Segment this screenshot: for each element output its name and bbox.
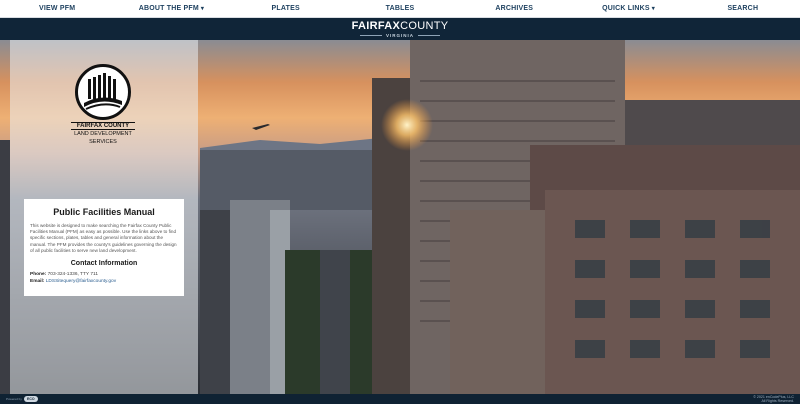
contact-phone-row: Phone: 703-324-1336, TTY 711 (30, 271, 178, 278)
encodeplus-logo-icon: ECO (23, 396, 38, 402)
contact-heading: Contact Information (70, 260, 138, 268)
info-card: Public Facilities Manual This website is… (24, 199, 184, 296)
nav-item-label: VIEW PFM (39, 5, 76, 12)
nav-item-plates[interactable]: PLATES (229, 5, 343, 12)
copyright: © 2021 enCodePlus, LLC All Rights Reserv… (753, 395, 794, 403)
footer: Powered by ECO © 2021 enCodePlus, LLC Al… (0, 394, 800, 404)
divider (418, 34, 440, 36)
card-title: Public Facilities Manual (53, 207, 155, 217)
chevron-down-icon: ▾ (651, 6, 655, 12)
card-description: This website is designed to make searchi… (30, 223, 177, 253)
brand-name-bold: FAIRFAX (351, 19, 401, 32)
phone-label: Phone: (30, 272, 47, 278)
nav-item-archives[interactable]: ARCHIVES (457, 5, 571, 12)
nav-item-quick-links[interactable]: QUICK LINKS ▾ (571, 5, 685, 12)
brand-logo[interactable]: FAIRFAXCOUNTY (351, 19, 449, 32)
nav-item-label: ARCHIVES (495, 5, 534, 12)
contact-email-row: Email: LDSSitequery@fairfaxcounty.gov (30, 278, 178, 285)
brand-sub-text: VIRGINIA (385, 32, 414, 38)
lds-logo: FAIRFAX COUNTY LAND DEVELOPMENT SERVICES (62, 64, 144, 146)
email-label: Email: (30, 279, 45, 285)
logo-org-line2: SERVICES (89, 139, 117, 145)
powered-by[interactable]: Powered by ECO (6, 396, 38, 402)
brand-name-thin: COUNTY (400, 19, 449, 32)
chevron-down-icon: ▾ (200, 6, 205, 12)
email-link[interactable]: LDSSitequery@fairfaxcounty.gov (46, 279, 116, 284)
top-nav: VIEW PFM ABOUT THE PFM ▾ PLATES TABLES ARCHIV… (0, 0, 800, 18)
logo-org-name: FAIRFAX COUNTY (71, 122, 135, 130)
rights-line: All Rights Reserved. (761, 399, 794, 403)
nav-item-tables[interactable]: TABLES (343, 5, 457, 12)
lds-logo-emblem (75, 64, 131, 120)
nav-item-label: ABOUT THE PFM (138, 5, 199, 12)
nav-item-about-the-pfm[interactable]: ABOUT THE PFM ▾ (114, 5, 228, 12)
divider (359, 34, 382, 36)
nav-item-view-pfm[interactable]: VIEW PFM (0, 5, 114, 12)
nav-item-label: SEARCH (727, 5, 759, 12)
brand-bar: FAIRFAXCOUNTY VIRGINIA (0, 18, 800, 40)
nav-item-search[interactable]: SEARCH (686, 5, 800, 12)
brand-subtitle: VIRGINIA (359, 32, 440, 38)
nav-item-label: TABLES (385, 5, 415, 12)
nav-item-label: PLATES (271, 5, 300, 12)
building-icon (84, 73, 122, 110)
logo-org-line1: LAND DEVELOPMENT (74, 131, 132, 137)
powered-label: Powered by (6, 397, 22, 401)
phone-value: 703-324-1336, TTY 711 (47, 272, 99, 278)
nav-item-label: QUICK LINKS (602, 5, 650, 12)
